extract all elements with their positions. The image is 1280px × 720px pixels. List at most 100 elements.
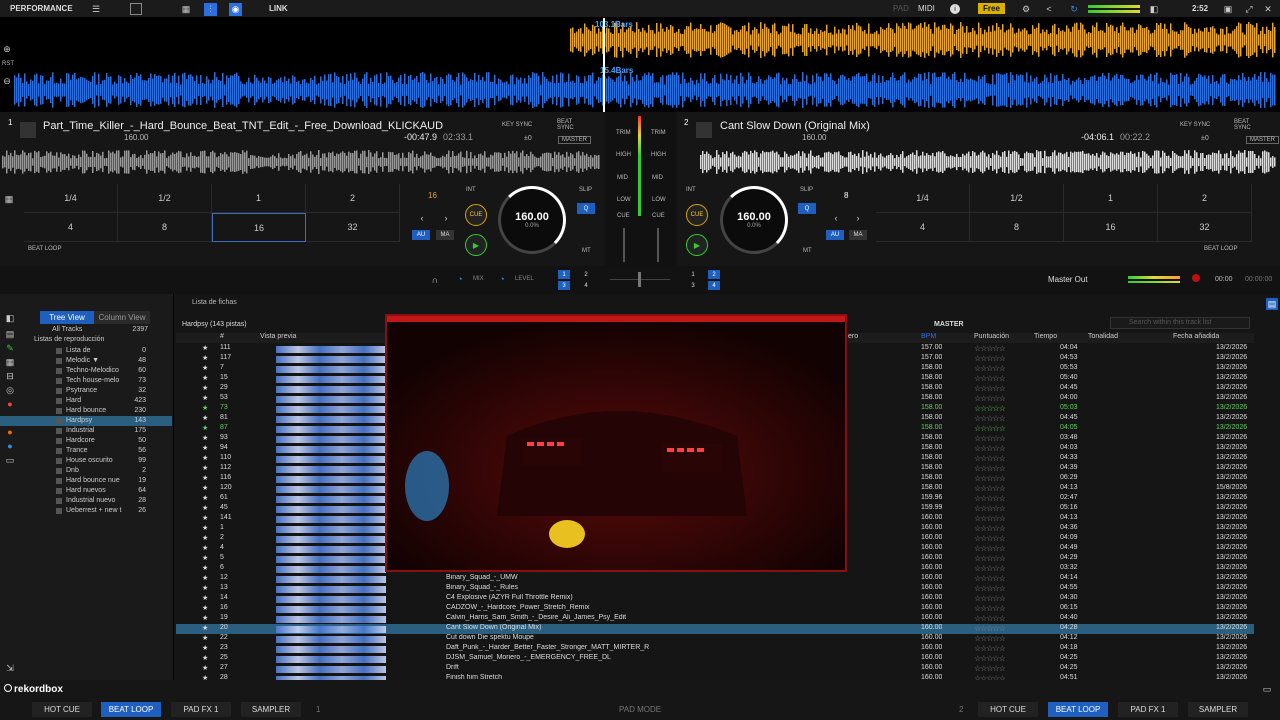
star-icon[interactable]: ★	[202, 364, 208, 372]
col-preview[interactable]: Vista previa	[260, 333, 296, 340]
deck1-prev-icon[interactable]: ‹	[416, 212, 428, 224]
grid-icon[interactable]: ▦	[180, 3, 192, 15]
star-icon[interactable]: ★	[202, 564, 208, 572]
right-hot-cue[interactable]: HOT CUE	[978, 702, 1038, 717]
midi-button[interactable]: MIDI	[918, 4, 935, 13]
deck1-quantize[interactable]: Q	[577, 203, 595, 214]
pad[interactable]: 4	[24, 213, 118, 242]
col-date[interactable]: Fecha añadida	[1173, 333, 1219, 340]
pad[interactable]: 32	[306, 213, 400, 242]
rating-stars[interactable]: ☆☆☆☆☆	[974, 474, 1005, 483]
info-icon[interactable]: i	[950, 4, 960, 14]
star-icon[interactable]: ★	[202, 504, 208, 512]
rating-stars[interactable]: ☆☆☆☆☆	[974, 594, 1005, 603]
fx-assign-3[interactable]: 3	[558, 281, 570, 290]
rating-stars[interactable]: ☆☆☆☆☆	[974, 344, 1005, 353]
deck1-au-button[interactable]: AU	[412, 230, 430, 240]
deck2-int[interactable]: INT	[686, 187, 696, 193]
table-row[interactable]: ★ ☆☆☆☆☆ 23 Daft_Punk_-_Harder_Better_Faster…	[176, 644, 1254, 654]
deck2-mt[interactable]: MT	[803, 248, 812, 254]
star-icon[interactable]: ★	[202, 554, 208, 562]
rating-stars[interactable]: ☆☆☆☆☆	[974, 464, 1005, 473]
pad[interactable]: 2	[306, 184, 400, 213]
headphone-icon[interactable]: ▣	[1222, 3, 1234, 15]
preview-waveform[interactable]	[276, 376, 386, 383]
star-icon[interactable]: ★	[202, 424, 208, 432]
preview-waveform[interactable]	[276, 356, 386, 363]
preview-waveform[interactable]	[276, 426, 386, 433]
star-icon[interactable]: ★	[202, 474, 208, 482]
deck2-overview-waveform[interactable]	[680, 150, 1276, 174]
pad[interactable]: 1/2	[970, 184, 1064, 213]
tree-playlist-item[interactable]: House oscurito 99	[0, 456, 172, 466]
deck1-master-button[interactable]: MASTER	[558, 136, 592, 144]
star-icon[interactable]: ★	[202, 664, 208, 672]
sync-icon[interactable]: ↻	[1068, 3, 1080, 15]
preview-waveform[interactable]	[276, 556, 386, 563]
link-button[interactable]: LINK	[269, 4, 288, 13]
rating-stars[interactable]: ☆☆☆☆☆	[974, 524, 1005, 533]
preview-waveform[interactable]	[276, 576, 386, 583]
tree-playlist-item[interactable]: Psytrance 32	[0, 386, 172, 396]
cue-label-2[interactable]: CUE	[652, 213, 665, 219]
tree-playlist-item[interactable]: Hard bounce nue 19	[0, 476, 172, 486]
deck1-key-shift[interactable]: ±0	[524, 135, 532, 142]
preview-waveform[interactable]	[276, 516, 386, 523]
pad[interactable]: 16	[1064, 213, 1158, 242]
menu-icon[interactable]: ☰	[88, 3, 104, 15]
speaker-icon[interactable]: ◧	[1148, 3, 1160, 15]
deck1-scrolling-waveform[interactable]	[14, 22, 1276, 58]
deck1-overview-waveform[interactable]	[2, 150, 600, 174]
preview-waveform[interactable]	[276, 606, 386, 613]
star-icon[interactable]: ★	[202, 464, 208, 472]
preview-waveform[interactable]	[276, 386, 386, 393]
settings-icon[interactable]: ⚙	[1020, 3, 1032, 15]
tree-playlists-folder[interactable]: Listas de reproducción	[34, 336, 104, 343]
sidebar-toggle-icon[interactable]: ▤	[1266, 298, 1278, 310]
reset-button[interactable]: RST	[2, 61, 14, 67]
rating-stars[interactable]: ☆☆☆☆☆	[974, 514, 1005, 523]
record-icon[interactable]: ◉	[229, 3, 242, 16]
search-input[interactable]: Search within this track list	[1110, 317, 1250, 329]
pad[interactable]: 1	[212, 184, 306, 213]
col-genre[interactable]: ero	[848, 333, 858, 340]
pad[interactable]: 32	[1158, 213, 1252, 242]
rating-stars[interactable]: ☆☆☆☆☆	[974, 354, 1005, 363]
pad[interactable]: 1/4	[24, 184, 118, 213]
preview-waveform[interactable]	[276, 486, 386, 493]
deck1-next-icon[interactable]: ›	[440, 212, 452, 224]
table-row[interactable]: ★ ☆☆☆☆☆ 27 Drift 160.00 04:25 13/2/2026	[176, 664, 1254, 674]
right-pad-fx[interactable]: PAD FX 1	[1118, 702, 1178, 717]
star-icon[interactable]: ★	[202, 444, 208, 452]
preview-waveform[interactable]	[276, 616, 386, 623]
deck2-quantize[interactable]: Q	[798, 203, 816, 214]
rating-stars[interactable]: ☆☆☆☆☆	[974, 374, 1005, 383]
rating-stars[interactable]: ☆☆☆☆☆	[974, 564, 1005, 573]
rating-stars[interactable]: ☆☆☆☆☆	[974, 414, 1005, 423]
mixer-icon[interactable]: ⫶	[204, 3, 217, 16]
star-icon[interactable]: ★	[202, 484, 208, 492]
tree-playlist-item[interactable]: Melodic ▼ 48	[0, 356, 172, 366]
star-icon[interactable]: ★	[202, 374, 208, 382]
deck1-play-button[interactable]: ▶	[465, 234, 487, 256]
deck2-slip[interactable]: SLIP	[800, 187, 813, 193]
left-beat-loop[interactable]: BEAT LOOP	[101, 702, 161, 717]
deck1-mt[interactable]: MT	[582, 248, 591, 254]
preview-waveform[interactable]	[276, 346, 386, 353]
collection-icon[interactable]: ◧	[4, 312, 16, 324]
right-sampler[interactable]: SAMPLER	[1188, 702, 1248, 717]
tree-playlist-item[interactable]: Hard nuevos 64	[0, 486, 172, 496]
master-out-select[interactable]: Master Out	[1048, 275, 1088, 284]
tree-playlist-item[interactable]: Industrial 175	[0, 426, 172, 436]
col-key[interactable]: Tonalidad	[1088, 333, 1118, 340]
star-icon[interactable]: ★	[202, 534, 208, 542]
table-row[interactable]: ★ ☆☆☆☆☆ 20 Cant Slow Down (Original Mix) 160…	[176, 624, 1254, 634]
pad[interactable]: 16	[212, 213, 306, 242]
deck2-next-icon[interactable]: ›	[852, 212, 864, 224]
preview-waveform[interactable]	[276, 566, 386, 573]
rating-stars[interactable]: ☆☆☆☆☆	[974, 384, 1005, 393]
tree-all-tracks[interactable]: All Tracks	[52, 326, 82, 333]
share-icon[interactable]: <	[1043, 3, 1055, 15]
crossfader-handle[interactable]	[638, 272, 641, 287]
collapse-icon[interactable]: ▭	[1262, 684, 1272, 694]
